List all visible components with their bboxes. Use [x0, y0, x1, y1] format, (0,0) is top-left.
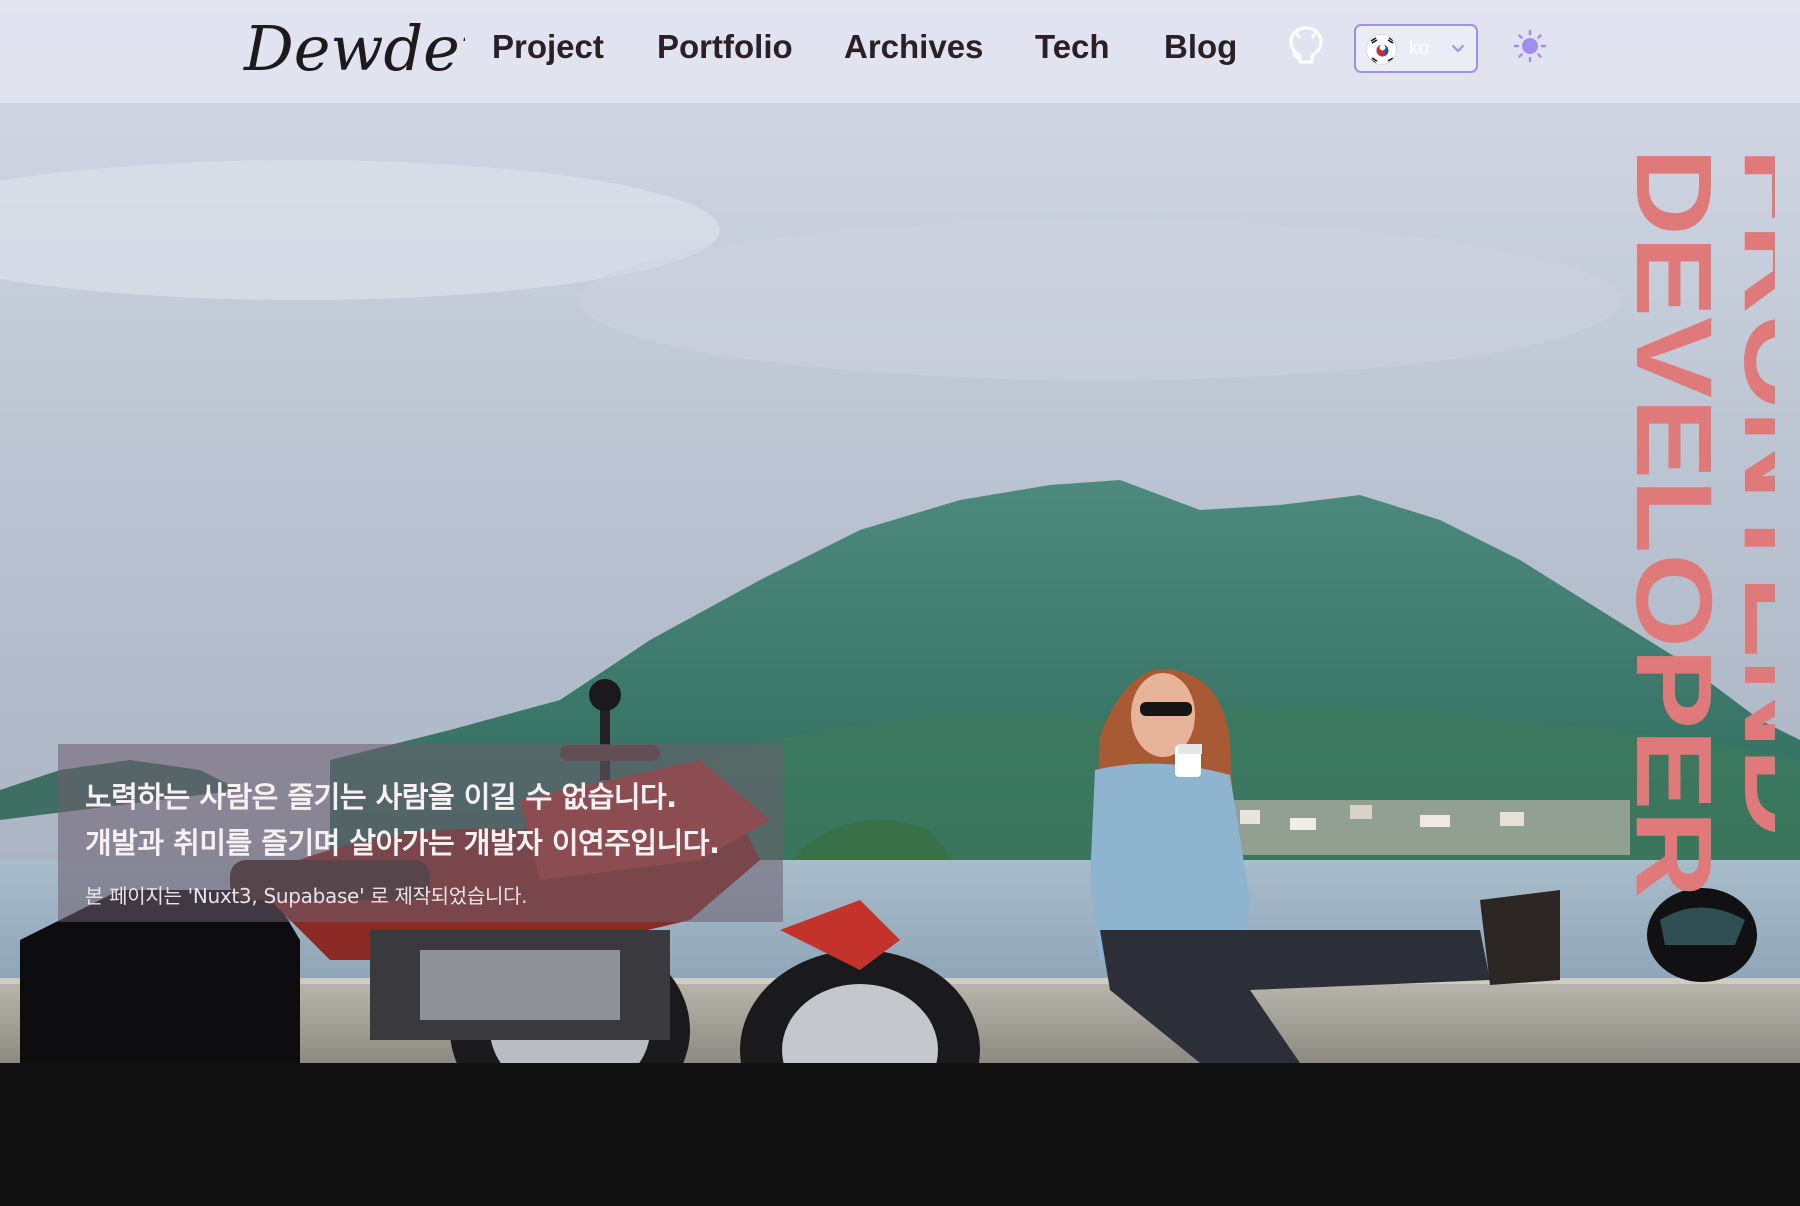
intro-note: 본 페이지는 'Nuxt3, Supabase' 로 제작되었습니다. [85, 884, 528, 908]
language-select[interactable]: ko [1354, 24, 1478, 73]
nav-blog[interactable]: Blog [1164, 28, 1237, 66]
intro-box: 노력하는 사람은 즐기는 사람을 이길 수 없습니다. 개발과 취미를 즐기며 … [58, 744, 783, 922]
language-value: ko [1409, 38, 1430, 59]
site-header: Dewdew Project Portfolio Archives Tech B… [0, 0, 1800, 103]
chevron-down-icon [1452, 45, 1464, 52]
page-bottom [0, 1063, 1800, 1206]
nav-tech[interactable]: Tech [1035, 28, 1110, 66]
github-icon[interactable] [1286, 24, 1326, 66]
nav-project[interactable]: Project [492, 28, 604, 66]
dewdew-logo[interactable]: Dewdew [240, 8, 465, 90]
nav-portfolio[interactable]: Portfolio [657, 28, 793, 66]
svg-text:Dewdew: Dewdew [243, 12, 465, 85]
intro-line-1: 노력하는 사람은 즐기는 사람을 이길 수 없습니다. [85, 780, 677, 814]
nav-archives[interactable]: Archives [844, 28, 983, 66]
vertical-title-line2: DEVELOPER [1614, 148, 1735, 898]
sun-icon[interactable] [1513, 29, 1547, 63]
intro-line-2: 개발과 취미를 즐기며 살아가는 개발자 이연주입니다. [85, 826, 720, 860]
vertical-title: FRONTEND DEVELOPER [1614, 148, 1775, 898]
south-korea-flag-icon [1366, 34, 1397, 65]
